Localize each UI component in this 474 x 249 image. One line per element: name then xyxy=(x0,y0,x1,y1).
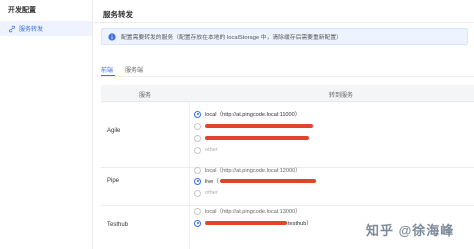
table-row: Agile local（http://at.pingcode.local:110… xyxy=(101,102,474,168)
radio-button[interactable] xyxy=(194,207,201,215)
radio-option[interactable]: other xyxy=(194,145,218,155)
active-tab-indicator xyxy=(101,75,115,76)
watermark: 知乎 @徐海峰 xyxy=(366,223,455,238)
redacted-url xyxy=(205,136,309,140)
column-header-target: 转到服务 xyxy=(329,93,354,99)
column-divider xyxy=(189,206,190,249)
radio-button[interactable] xyxy=(194,134,201,142)
service-name: Testhub xyxy=(107,222,129,228)
sidebar-item-label: 服务转发 xyxy=(19,27,44,33)
radio-button[interactable] xyxy=(194,110,201,118)
option-label: other xyxy=(205,190,218,196)
service-name: Agile xyxy=(107,128,121,134)
header-divider xyxy=(93,22,474,23)
option-label: local（http://at.pingcode.local:13000） xyxy=(205,209,301,215)
radio-option[interactable] xyxy=(194,121,313,131)
tab-frontend[interactable]: 前端 xyxy=(101,65,113,74)
column-header-service: 服务 xyxy=(139,93,152,99)
radio-button[interactable] xyxy=(194,166,201,174)
info-alert: 配置需要转发的服务（配置存放在本地的 localStorage 中，清除缓存后需… xyxy=(101,28,468,45)
option-label: local（http://at.pingcode.local:11000） xyxy=(205,112,301,118)
column-divider xyxy=(189,168,190,205)
radio-option[interactable]: testhub） xyxy=(194,218,312,228)
sidebar-item-service-forwarding[interactable]: 服务转发 xyxy=(0,21,92,36)
tab-backend[interactable]: 服务端 xyxy=(125,65,143,74)
option-label: live（ xyxy=(205,179,219,185)
option-label: other xyxy=(205,147,218,153)
alert-text: 配置需要转发的服务（配置存放在本地的 localStorage 中，清除缓存后需… xyxy=(121,35,342,41)
radio-button[interactable] xyxy=(194,177,201,185)
page-title: 服务转发 xyxy=(103,10,133,19)
table-header: 服务 转到服务 xyxy=(101,85,474,102)
radio-button[interactable] xyxy=(194,189,201,197)
radio-option[interactable]: other xyxy=(194,188,218,198)
radio-option[interactable] xyxy=(194,133,309,143)
service-name: Pipe xyxy=(107,178,120,184)
radio-option[interactable]: local（http://at.pingcode.local:13000） xyxy=(194,206,301,216)
radio-button[interactable] xyxy=(194,122,201,130)
radio-option[interactable]: local（http://at.pingcode.local:11000） xyxy=(194,109,300,119)
redacted-url xyxy=(220,179,316,183)
table-row: Pipe local（http://at.pingcode.local:1200… xyxy=(101,165,474,206)
column-divider xyxy=(189,102,190,167)
radio-button[interactable] xyxy=(194,146,201,154)
radio-option[interactable]: live（ xyxy=(194,176,316,186)
sidebar: 开发配置 服务转发 xyxy=(0,0,93,249)
link-icon xyxy=(9,25,15,32)
radio-button[interactable] xyxy=(194,219,201,227)
redacted-url xyxy=(205,124,313,128)
radio-option[interactable]: local（http://at.pingcode.local:12000） xyxy=(194,165,301,175)
option-label: testhub） xyxy=(288,221,312,227)
tab-bar: 前端 服务端 xyxy=(101,63,474,77)
option-label: local（http://at.pingcode.local:12000） xyxy=(205,168,301,174)
redacted-url xyxy=(205,221,287,225)
info-icon xyxy=(108,32,116,41)
sidebar-title: 开发配置 xyxy=(8,7,36,14)
